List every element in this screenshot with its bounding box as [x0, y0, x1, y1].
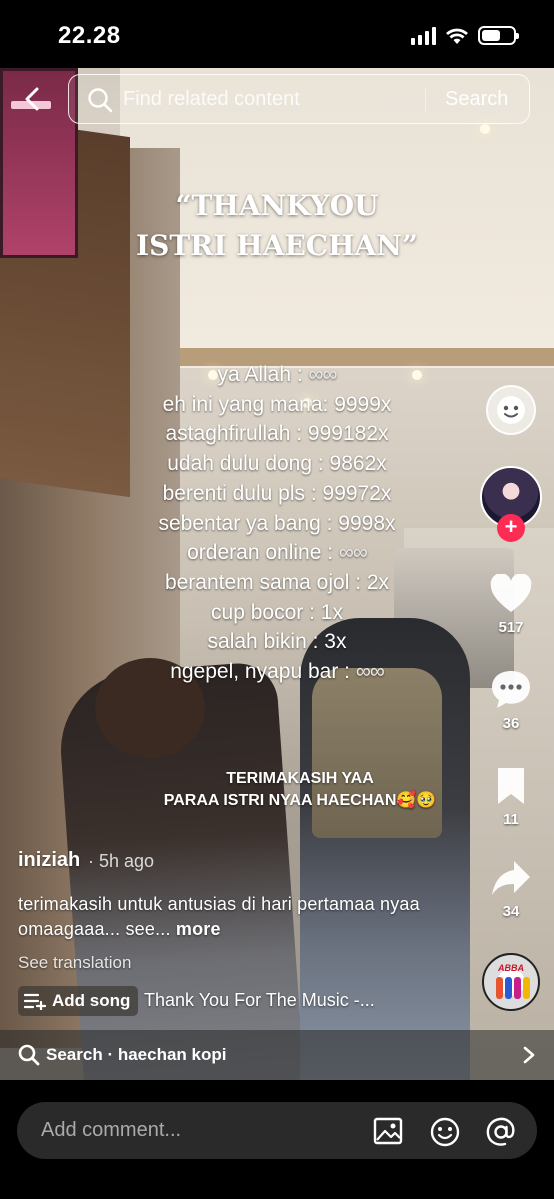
add-song-button[interactable]: Add song	[18, 986, 139, 1016]
share-icon	[492, 861, 530, 895]
comment-placeholder: Add comment...	[41, 1119, 182, 1141]
video-title-text: “THANKYOU ISTRI HAECHAN”	[0, 186, 554, 266]
search-suggestion-bar[interactable]: Search · haechan kopi	[0, 1030, 554, 1080]
comment-icon	[492, 671, 530, 708]
author-name[interactable]: iniziah	[18, 849, 80, 872]
share-count: 34	[502, 903, 520, 920]
count-line: ngepel, nyapu bar : ∞∞	[170, 660, 385, 684]
video-caption-line: PARAA ISTRI NYAA HAECHAN🥰🥹	[163, 792, 437, 809]
follow-plus-icon[interactable]: +	[497, 514, 525, 542]
video-caption-line: TERIMAKASIH YAA	[226, 770, 374, 787]
search-bar[interactable]: Find related content Search	[68, 74, 530, 124]
search-button[interactable]: Search	[445, 88, 508, 111]
sound-disc-label: ABBA	[498, 963, 524, 973]
signal-icon	[411, 26, 436, 45]
mention-icon[interactable]	[485, 1116, 517, 1148]
video-title-line: ISTRI HAECHAN”	[136, 229, 418, 262]
like-button[interactable]: 517	[481, 573, 541, 636]
like-count: 517	[498, 619, 524, 636]
video-caption: TERIMAKASIH YAA PARAA ISTRI NYAA HAECHAN…	[110, 768, 490, 812]
share-button[interactable]: 34	[481, 858, 541, 920]
back-icon[interactable]	[20, 86, 46, 112]
sound-disc[interactable]: ABBA	[482, 953, 540, 1011]
count-line: ya Allah : ∞∞	[217, 363, 337, 386]
video-vest	[312, 668, 442, 838]
song-title[interactable]: Thank You For The Music -...	[144, 990, 375, 1011]
search-suggestion-text: Search · haechan kopi	[46, 1045, 227, 1064]
bookmark-button[interactable]: 11	[481, 766, 541, 828]
bookmark-icon	[498, 768, 524, 804]
see-translation-link[interactable]: See translation	[18, 953, 131, 973]
search-divider	[425, 89, 426, 111]
add-song-label: Add song	[52, 991, 131, 1010]
count-line: berantem sama ojol : 2x	[164, 570, 390, 594]
count-line: orderan online : ∞∞	[187, 541, 368, 565]
battery-icon	[478, 26, 519, 45]
count-line: eh ini yang mana: 9999x	[162, 392, 392, 416]
count-line: astaghfirullah : 999182x	[165, 422, 389, 446]
status-icons	[411, 26, 519, 45]
video-counts-list: ya Allah : ∞∞ eh ini yang mana: 9999x as…	[0, 360, 554, 687]
playlist-add-icon	[24, 993, 46, 1010]
video-title-line: “THANKYOU	[175, 189, 379, 222]
emoji-icon[interactable]	[429, 1116, 461, 1148]
sound-disc-figures	[496, 977, 530, 999]
post-description[interactable]: terimakasih untuk antusias di hari perta…	[18, 892, 458, 942]
bookmark-count: 11	[503, 811, 519, 828]
image-icon[interactable]	[373, 1116, 403, 1146]
battery-level	[482, 30, 500, 41]
count-line: sebentar ya bang : 9998x	[158, 511, 396, 535]
search-icon	[88, 88, 113, 113]
comment-count: 36	[502, 715, 520, 732]
post-time: · 5h ago	[88, 851, 155, 871]
comment-input[interactable]: Add comment...	[17, 1102, 537, 1159]
count-line: berenti dulu pls : 99972x	[162, 481, 392, 505]
heart-icon	[490, 573, 532, 612]
effect-icon[interactable]	[486, 385, 536, 435]
more-link[interactable]: more	[176, 919, 221, 939]
comment-button[interactable]: 36	[481, 668, 541, 732]
search-input[interactable]: Find related content	[123, 88, 300, 111]
wifi-icon	[446, 28, 468, 44]
search-icon	[18, 1044, 40, 1066]
count-line: udah dulu dong : 9862x	[167, 452, 387, 476]
ceiling-light	[480, 124, 490, 134]
count-line: salah bikin : 3x	[207, 630, 347, 654]
count-line: cup bocor : 1x	[211, 600, 343, 624]
status-bar: 22.28	[0, 0, 554, 68]
chevron-right-icon	[523, 1046, 535, 1064]
status-time: 22.28	[58, 22, 121, 49]
